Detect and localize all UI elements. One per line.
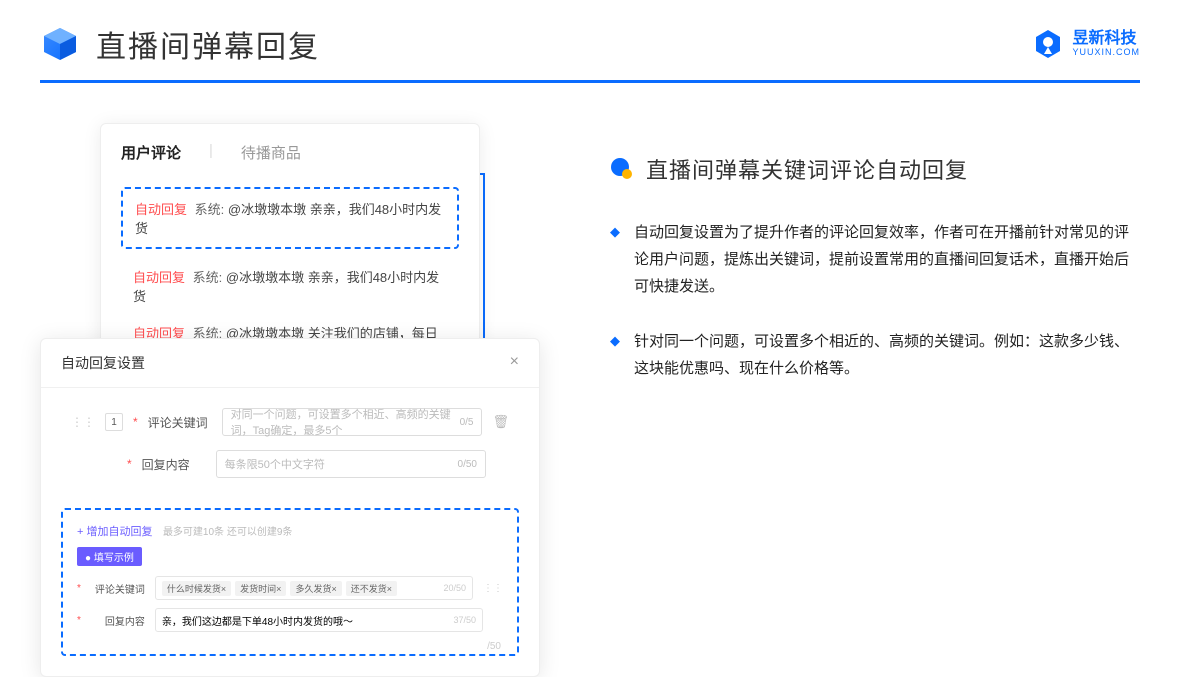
- bullet-text: 针对同一个问题，可设置多个相近的、高频的关键词。例如：这款多少钱、这块能优惠吗、…: [634, 328, 1140, 382]
- example-content-input[interactable]: 亲，我们这边都是下单48小时内发货的哦～ 37/50: [155, 608, 483, 632]
- diamond-icon: ◆: [610, 328, 620, 382]
- auto-reply-tag: 自动回复: [135, 202, 187, 217]
- example-tag: 什么时候发货×: [162, 581, 231, 596]
- example-content-text: 亲，我们这边都是下单48小时内发货的哦～: [162, 613, 353, 628]
- content-input[interactable]: 每条限50个中文字符 0/50: [216, 450, 486, 478]
- tab-user-comments[interactable]: 用户评论: [121, 142, 181, 169]
- input-counter: 0/5: [460, 417, 474, 428]
- logo-text-cn: 昱新科技: [1072, 31, 1140, 47]
- required-marker: *: [127, 457, 132, 471]
- required-marker: *: [77, 583, 81, 594]
- input-counter: 0/50: [458, 459, 477, 470]
- example-label-keyword: 评论关键词: [91, 581, 145, 596]
- field-label-content: 回复内容: [142, 456, 206, 473]
- page-header: 直播间弹幕回复 昱新科技 YUUXIN.COM: [0, 0, 1180, 66]
- input-placeholder: 对同一个问题，可设置多个相近、高频的关键词，Tag确定，最多5个: [231, 406, 460, 438]
- bullet-item: ◆ 自动回复设置为了提升作者的评论回复效率，作者可在开播前针对常见的评论用户问题…: [610, 219, 1140, 300]
- modal-title: 自动回复设置: [61, 353, 145, 373]
- example-keyword-input[interactable]: 什么时候发货× 发货时间× 多久发货× 还不发货× 20/50: [155, 576, 473, 600]
- required-marker: *: [77, 615, 81, 626]
- tab-pending-goods[interactable]: 待播商品: [241, 142, 301, 169]
- description-column: 直播间弹幕关键词评论自动回复 ◆ 自动回复设置为了提升作者的评论回复效率，作者可…: [610, 123, 1140, 410]
- logo-icon: [1032, 28, 1064, 60]
- message-icon: [610, 157, 634, 181]
- logo-text-en: YUUXIN.COM: [1072, 47, 1140, 57]
- company-logo: 昱新科技 YUUXIN.COM: [1032, 28, 1140, 60]
- comment-prefix: 系统:: [193, 270, 223, 285]
- auto-reply-tag: 自动回复: [133, 270, 185, 285]
- tab-divider: |: [209, 142, 213, 169]
- keyword-input[interactable]: 对同一个问题，可设置多个相近、高频的关键词，Tag确定，最多5个 0/5: [222, 408, 483, 436]
- example-tag: 多久发货×: [290, 581, 341, 596]
- comment-prefix: 系统:: [195, 202, 225, 217]
- add-auto-reply-link[interactable]: + 增加自动回复: [77, 523, 152, 539]
- bullet-text: 自动回复设置为了提升作者的评论回复效率，作者可在开播前针对常见的评论用户问题，提…: [634, 219, 1140, 300]
- section-title: 直播间弹幕关键词评论自动回复: [646, 153, 968, 185]
- delete-icon[interactable]: 🗑: [492, 414, 509, 430]
- comment-item: 自动回复 系统: @冰墩墩本墩 亲亲，我们48小时内发货: [121, 263, 459, 309]
- example-counter: 37/50: [453, 615, 476, 625]
- required-marker: *: [133, 415, 138, 429]
- drag-handle-icon[interactable]: ⋮⋮: [71, 415, 95, 429]
- example-label-content: 回复内容: [91, 613, 145, 628]
- example-block: + 增加自动回复 最多可建10条 还可以创建9条 ● 填写示例 * 评论关键词 …: [61, 508, 519, 656]
- bottom-counter: /50: [487, 641, 501, 652]
- example-tag: 还不发货×: [346, 581, 397, 596]
- example-tag: 发货时间×: [235, 581, 286, 596]
- item-index: 1: [105, 413, 123, 431]
- example-badge: ● 填写示例: [77, 547, 142, 566]
- comments-tabs: 用户评论 | 待播商品: [121, 142, 459, 169]
- diamond-icon: ◆: [610, 219, 620, 300]
- page-title: 直播间弹幕回复: [96, 22, 320, 66]
- add-hint: 最多可建10条 还可以创建9条: [163, 527, 292, 538]
- bullet-item: ◆ 针对同一个问题，可设置多个相近的、高频的关键词。例如：这款多少钱、这块能优惠…: [610, 328, 1140, 382]
- close-icon[interactable]: ×: [510, 353, 519, 373]
- comment-highlighted: 自动回复 系统: @冰墩墩本墩 亲亲，我们48小时内发货: [121, 187, 459, 249]
- drag-handle-icon[interactable]: ⋮⋮: [483, 583, 503, 594]
- auto-reply-settings-modal: 自动回复设置 × ⋮⋮ 1 * 评论关键词 对同一个问题，可设置多个相近、高频的…: [40, 338, 540, 677]
- screenshot-cluster: 用户评论 | 待播商品 自动回复 系统: @冰墩墩本墩 亲亲，我们48小时内发货…: [40, 123, 550, 410]
- field-label-keyword: 评论关键词: [148, 414, 212, 431]
- example-counter: 20/50: [443, 583, 466, 593]
- cube-icon: [40, 24, 80, 64]
- input-placeholder: 每条限50个中文字符: [225, 456, 325, 472]
